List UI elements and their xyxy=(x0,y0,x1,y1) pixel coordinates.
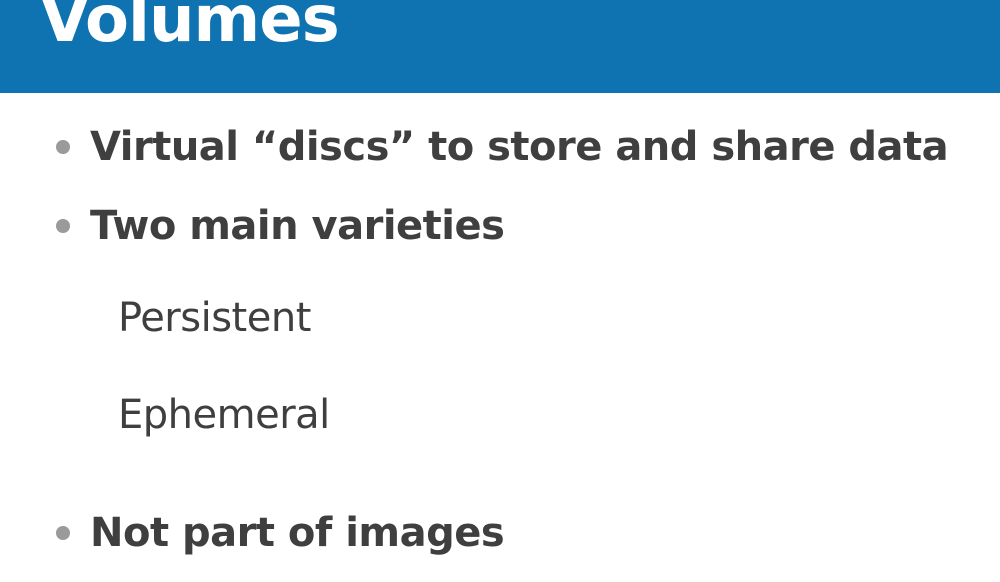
bullet-text: Two main varieties xyxy=(90,203,505,249)
bullet-item: Two main varieties xyxy=(0,203,505,249)
bullet-dot-icon xyxy=(56,140,70,154)
bullet-item: Not part of images xyxy=(0,510,505,556)
bullet-text: Virtual “discs” to store and share data xyxy=(90,124,949,170)
sub-item: Ephemeral xyxy=(118,392,330,438)
title-bar: Volumes xyxy=(0,0,1000,93)
bullet-item: Virtual “discs” to store and share data xyxy=(0,124,949,170)
slide: Volumes Virtual “discs” to store and sha… xyxy=(0,0,1000,582)
sub-item: Persistent xyxy=(118,295,311,341)
bullet-text: Not part of images xyxy=(90,510,505,556)
bullet-dot-icon xyxy=(56,526,70,540)
slide-title: Volumes xyxy=(40,0,340,57)
bullet-dot-icon xyxy=(56,219,70,233)
